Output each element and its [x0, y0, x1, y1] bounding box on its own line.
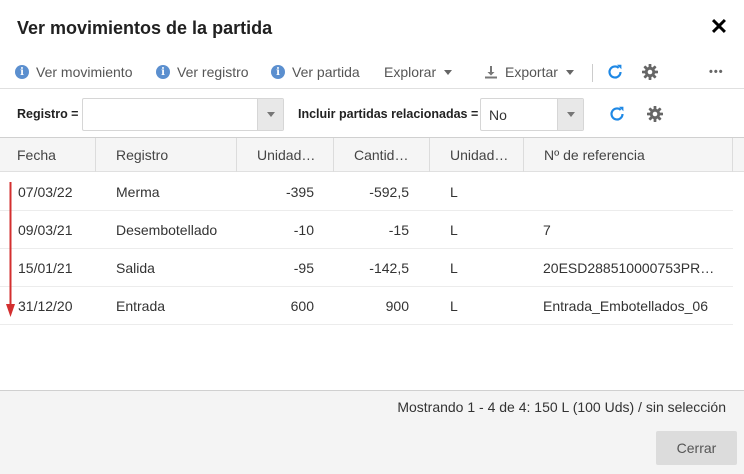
table-row[interactable]: 07/03/22 Merma -395 -592,5 L [0, 173, 733, 211]
cell-fecha: 07/03/22 [18, 184, 73, 200]
cell-unidad: L [450, 298, 458, 314]
exportar-label: Exportar [505, 64, 558, 80]
gear-icon[interactable] [644, 103, 666, 125]
cell-referencia: 20ESD288510000753PR… [543, 260, 715, 276]
more-options-icon[interactable]: ••• [709, 56, 724, 88]
sort-down-arrow-icon [6, 182, 15, 317]
explorar-label: Explorar [384, 64, 437, 80]
cell-cantidad: -142,5 [369, 260, 409, 276]
cell-cantidad: -15 [388, 222, 409, 238]
toolbar-divider [592, 64, 593, 82]
refresh-icon[interactable] [606, 103, 628, 125]
column-header-fecha[interactable]: Fecha [0, 138, 96, 172]
cerrar-button[interactable]: Cerrar [656, 431, 737, 465]
cell-referencia: Entrada_Embotellados_06 [543, 298, 709, 314]
cell-unidades: -10 [293, 222, 314, 238]
cell-registro: Entrada [116, 298, 166, 314]
column-header-referencia[interactable]: Nº de referencia [524, 138, 733, 172]
cell-unidades: -95 [293, 260, 314, 276]
cell-cantidad: -592,5 [369, 184, 409, 200]
table-row[interactable]: 15/01/21 Salida -95 -142,5 L 20ESD288510… [0, 249, 733, 287]
dialog-header: Ver movimientos de la partida ✕ [0, 0, 744, 56]
dialog-footer: Mostrando 1 - 4 de 4: 150 L (100 Uds) / … [0, 391, 744, 474]
table-row[interactable]: 31/12/20 Entrada 600 900 L Entrada_Embot… [0, 287, 733, 325]
incluir-select[interactable]: No [480, 98, 584, 131]
cell-unidad: L [450, 184, 458, 200]
column-header-registro[interactable]: Registro [96, 138, 237, 172]
close-icon[interactable]: ✕ [708, 16, 730, 38]
exportar-dropdown[interactable]: Exportar [484, 56, 574, 88]
info-icon: i [271, 65, 285, 79]
toolbar: i Ver movimiento i Ver registro i Ver pa… [0, 56, 744, 88]
column-header-unidad[interactable]: Unidad… [430, 138, 524, 172]
table-row[interactable]: 09/03/21 Desembotellado -10 -15 L 7 [0, 211, 733, 249]
cell-fecha: 31/12/20 [18, 298, 73, 314]
dialog-title: Ver movimientos de la partida [17, 18, 273, 38]
registro-select[interactable] [82, 98, 284, 131]
status-text: Mostrando 1 - 4 de 4: 150 L (100 Uds) / … [397, 399, 726, 415]
cell-unidad: L [450, 222, 458, 238]
column-header-unidades[interactable]: Unidad… [237, 138, 334, 172]
grid-header: Fecha Registro Unidad… Cantid… Unidad… N… [0, 138, 744, 172]
cell-registro: Salida [116, 260, 155, 276]
gear-icon[interactable] [639, 61, 661, 83]
cell-referencia [543, 173, 723, 210]
movements-dialog: Ver movimientos de la partida ✕ i Ver mo… [0, 0, 744, 474]
ver-registro-button[interactable]: i Ver registro [156, 56, 249, 88]
cell-unidades: 600 [290, 298, 314, 314]
explorar-dropdown[interactable]: Explorar [384, 56, 453, 88]
cell-cantidad: 900 [385, 298, 409, 314]
refresh-icon[interactable] [604, 61, 626, 83]
cell-referencia: 7 [543, 222, 551, 238]
chevron-down-icon[interactable] [557, 99, 583, 130]
info-icon: i [15, 65, 29, 79]
download-icon [484, 65, 498, 79]
filter-bar: Registro = Incluir partidas relacionadas… [0, 88, 744, 138]
cell-fecha: 15/01/21 [18, 260, 73, 276]
info-icon: i [156, 65, 170, 79]
cell-registro: Merma [116, 184, 160, 200]
column-header-cantidad[interactable]: Cantid… [334, 138, 430, 172]
incluir-select-value: No [489, 107, 507, 123]
ver-movimiento-button[interactable]: i Ver movimiento [15, 56, 132, 88]
cell-unidad: L [450, 260, 458, 276]
ver-partida-label: Ver partida [292, 64, 360, 80]
cell-fecha: 09/03/21 [18, 222, 73, 238]
registro-filter-label: Registro = [17, 107, 79, 121]
incluir-filter-label: Incluir partidas relacionadas = [298, 107, 479, 121]
ver-movimiento-label: Ver movimiento [36, 64, 133, 80]
chevron-down-icon[interactable] [257, 99, 283, 130]
chevron-down-icon [565, 69, 574, 75]
cell-unidades: -395 [285, 184, 314, 200]
chevron-down-icon [444, 69, 453, 75]
cell-registro: Desembotellado [116, 222, 218, 238]
ver-partida-button[interactable]: i Ver partida [271, 56, 360, 88]
ver-registro-label: Ver registro [177, 64, 249, 80]
movements-grid: Fecha Registro Unidad… Cantid… Unidad… N… [0, 138, 744, 391]
